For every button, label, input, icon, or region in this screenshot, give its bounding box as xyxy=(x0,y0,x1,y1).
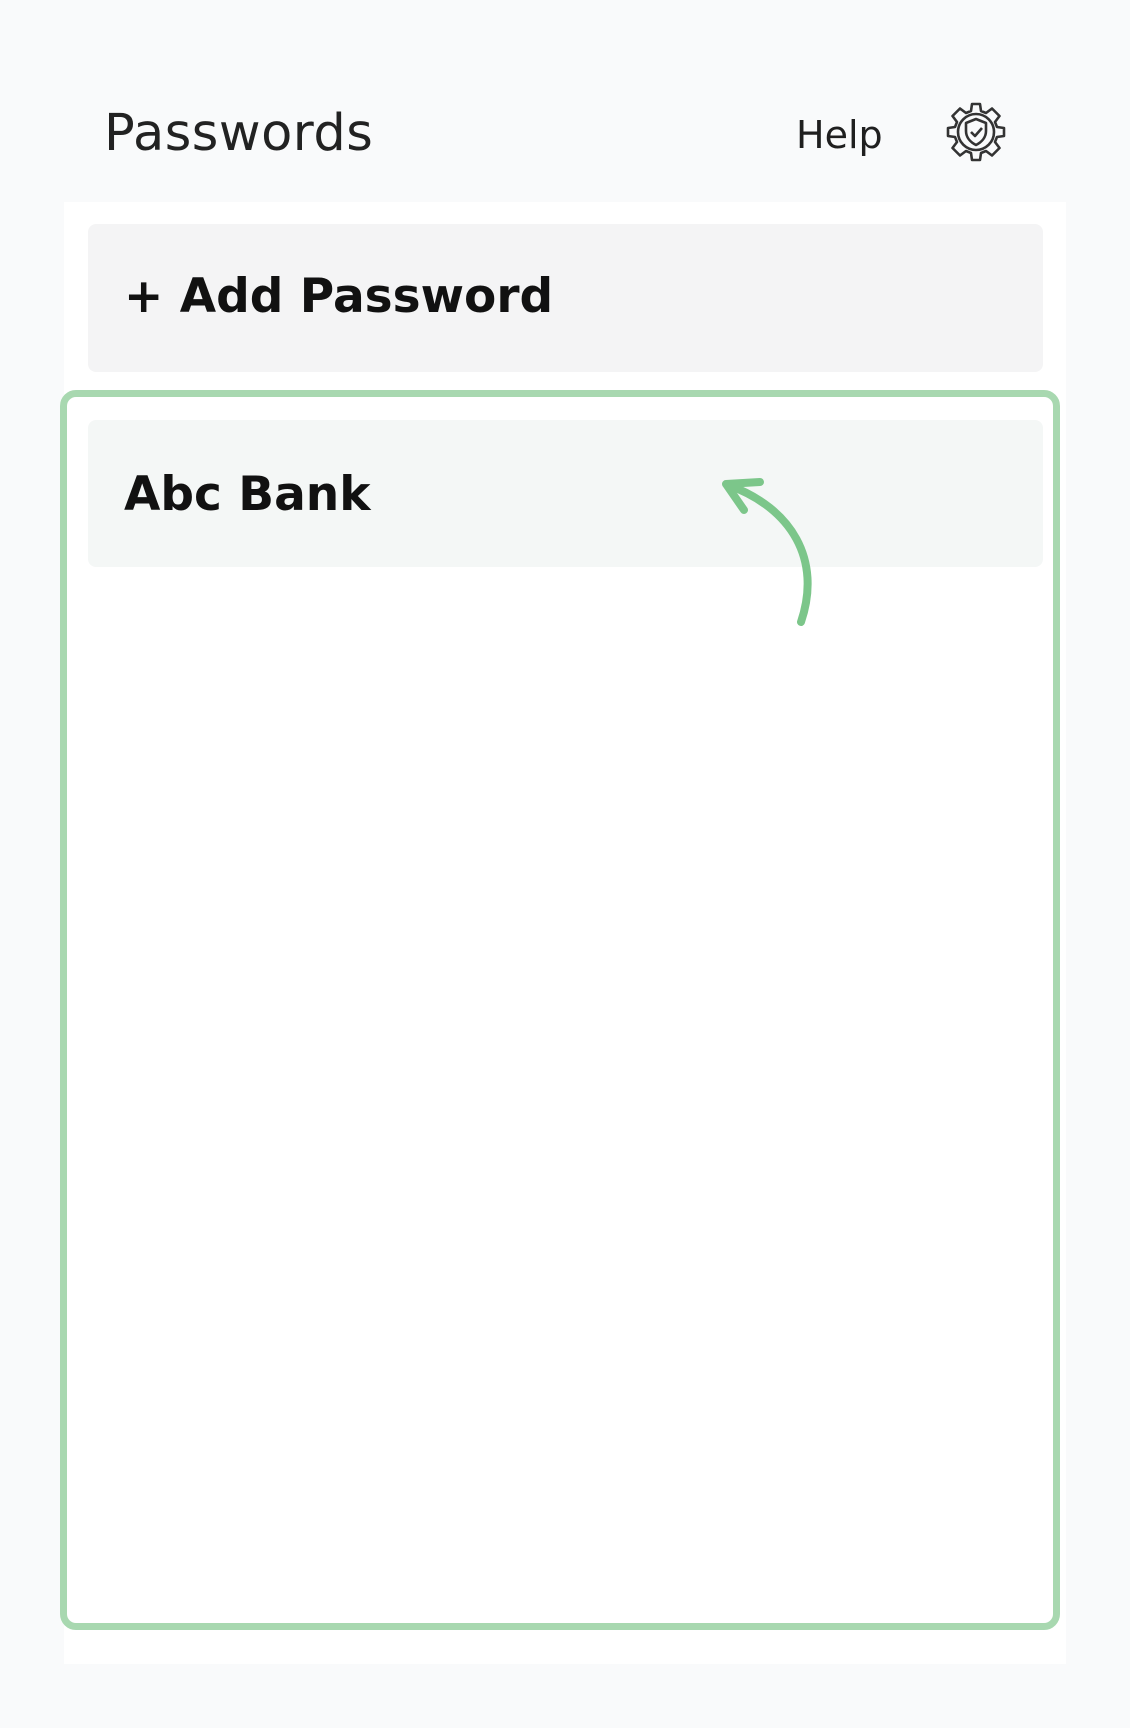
help-link[interactable]: Help xyxy=(796,112,883,158)
password-list-highlight xyxy=(60,390,1060,1630)
gear-shield-icon xyxy=(946,102,1006,162)
add-password-button[interactable]: + Add Password xyxy=(88,224,1043,372)
curved-arrow-icon xyxy=(722,478,812,626)
settings-button[interactable] xyxy=(944,100,1008,164)
password-item-label: Abc Bank xyxy=(124,467,371,522)
page-title: Passwords xyxy=(104,104,374,163)
add-password-label: + Add Password xyxy=(124,269,554,324)
top-bar: Passwords Help xyxy=(0,0,1130,200)
password-item-abc-bank[interactable]: Abc Bank xyxy=(88,420,1043,567)
